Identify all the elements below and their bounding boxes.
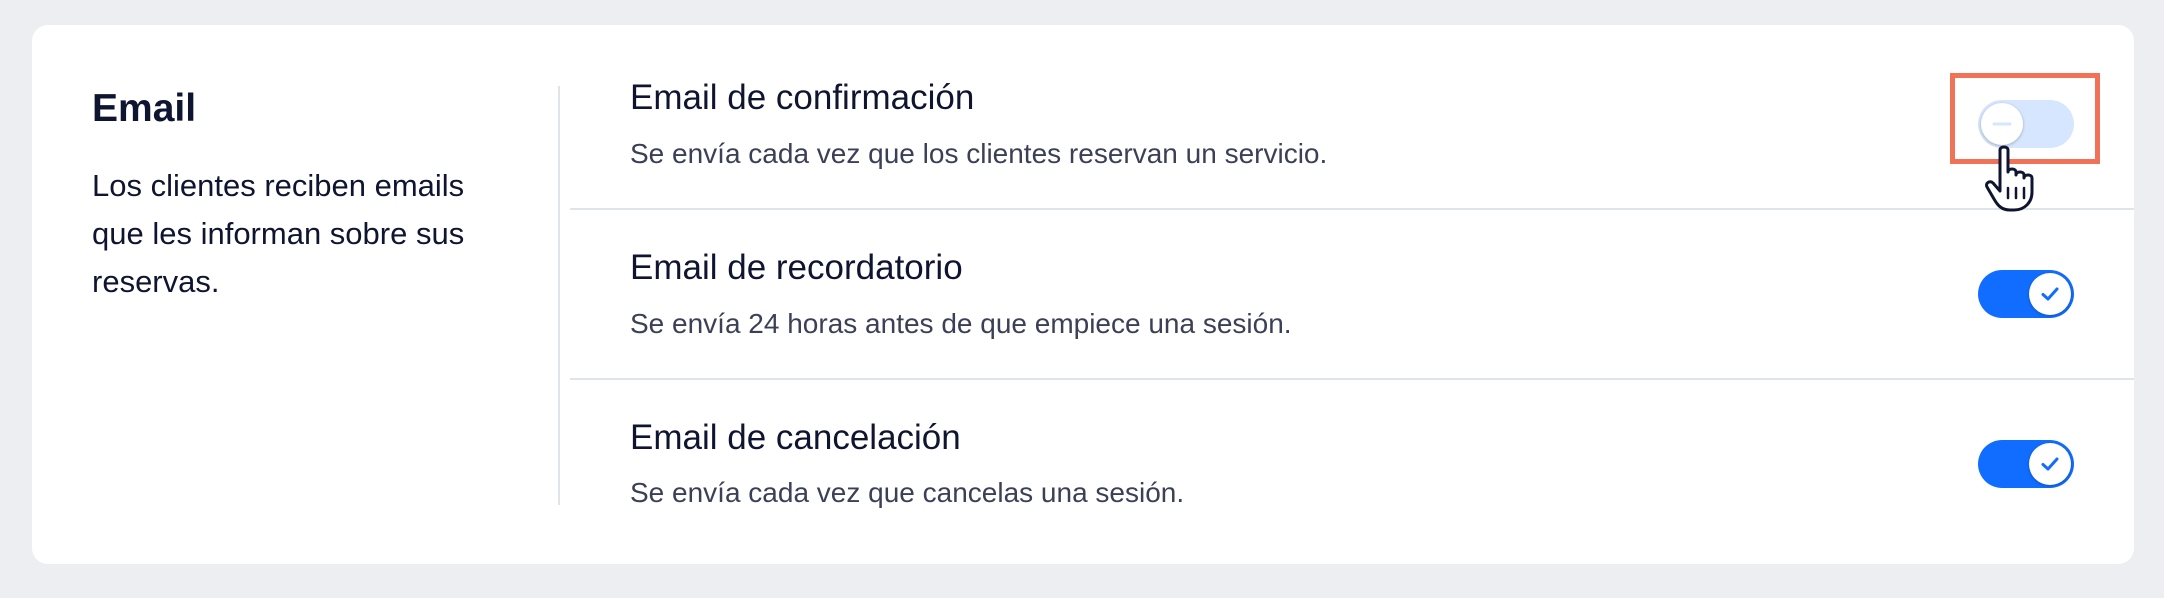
email-title-reminder: Email de recordatorio bbox=[630, 248, 963, 287]
toggle-knob bbox=[2029, 443, 2071, 485]
row-divider bbox=[570, 208, 2134, 210]
toggle-knob bbox=[2029, 273, 2071, 315]
section-description: Los clientes reciben emails que les info… bbox=[92, 168, 465, 299]
vertical-divider bbox=[558, 86, 560, 505]
check-icon bbox=[2041, 457, 2059, 471]
section-title: Email bbox=[92, 87, 197, 130]
email-title-cancellation: Email de cancelación bbox=[630, 418, 961, 457]
email-description-cancellation: Se envía cada vez que cancelas una sesió… bbox=[630, 477, 1185, 508]
hand-pointer-icon bbox=[1985, 145, 2034, 212]
email-description-reminder: Se envía 24 horas antes de que empiece u… bbox=[630, 308, 1292, 339]
email-title-confirmation: Email de confirmación bbox=[630, 78, 975, 117]
row-divider bbox=[570, 378, 2134, 380]
email-description-confirmation: Se envía cada vez que los clientes reser… bbox=[630, 138, 1328, 169]
cancellation-email-toggle[interactable] bbox=[1978, 440, 2074, 488]
reminder-email-toggle[interactable] bbox=[1978, 270, 2074, 318]
check-icon bbox=[2041, 287, 2059, 301]
